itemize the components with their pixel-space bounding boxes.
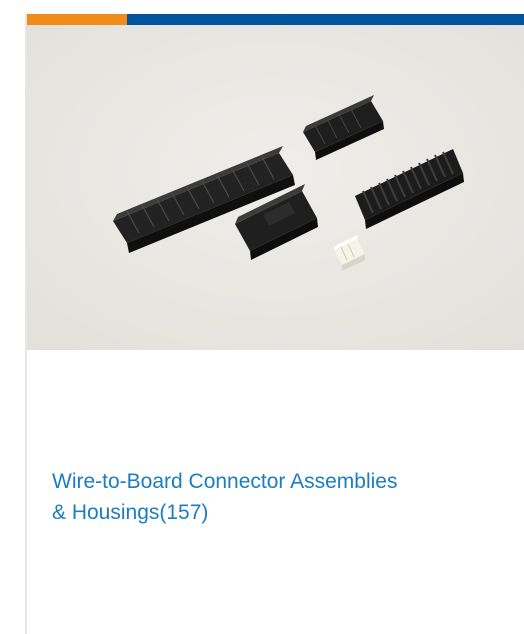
accent-top-bar [27,14,524,25]
accent-bar-blue [127,14,524,25]
category-title-line2: & Housings(157) [52,501,209,524]
product-category-card[interactable]: Wire-to-Board Connector Assemblies & Hou… [25,14,524,634]
accent-bar-orange [27,14,127,25]
category-title-line1: Wire-to-Board Connector Assemblies [52,470,398,493]
product-image[interactable] [27,25,524,350]
category-title-link[interactable]: Wire-to-Board Connector Assemblies & Hou… [52,466,522,528]
connector-product-photo-icon [27,25,524,350]
